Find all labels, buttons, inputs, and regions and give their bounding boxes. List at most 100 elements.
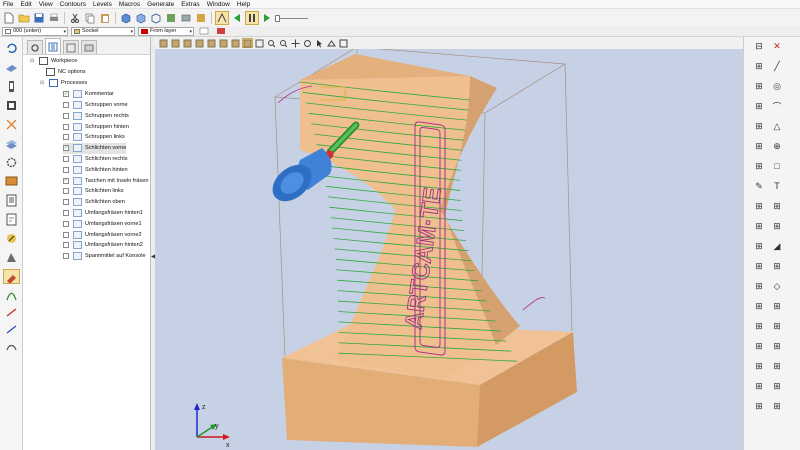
drawing-tool-icon[interactable]: ⊞: [752, 359, 766, 373]
drawing-tool-icon[interactable]: ◢: [770, 239, 784, 253]
view-front-button[interactable]: [158, 38, 169, 48]
process-checkbox[interactable]: [63, 112, 69, 119]
drawing-tool-icon[interactable]: ◇: [770, 279, 784, 293]
zoom-in-button[interactable]: [278, 38, 289, 48]
view-side-button[interactable]: [182, 38, 193, 48]
layer-tool-button[interactable]: [3, 136, 20, 151]
process-item[interactable]: Schruppen rechts: [63, 111, 129, 122]
print-button[interactable]: [47, 11, 61, 25]
tree-node-nc-options[interactable]: NC options: [46, 67, 86, 78]
drawing-tool-icon[interactable]: ⊞: [770, 219, 784, 233]
drawing-tool-icon[interactable]: ⊞: [752, 319, 766, 333]
save-button[interactable]: [32, 11, 46, 25]
open-file-button[interactable]: [17, 11, 31, 25]
drawing-tool-icon[interactable]: ⊞: [752, 279, 766, 293]
menu-file[interactable]: File: [3, 1, 13, 8]
drawing-tool-icon[interactable]: ⊞: [770, 399, 784, 413]
drawing-tool-icon[interactable]: ⊞: [752, 239, 766, 253]
drawing-tool-icon[interactable]: ⊞: [752, 259, 766, 273]
drawing-tool-icon[interactable]: ⊞: [752, 379, 766, 393]
chamfer-tool-button[interactable]: [3, 322, 20, 337]
drawing-tool-icon[interactable]: ⊞: [752, 99, 766, 113]
zoom-window-button[interactable]: [254, 38, 265, 48]
drawing-tool-icon[interactable]: ⊞: [770, 339, 784, 353]
menu-generate[interactable]: Generate: [147, 1, 174, 8]
tab-layers[interactable]: [81, 40, 97, 54]
new-file-button[interactable]: [2, 11, 16, 25]
document-tool-button[interactable]: [3, 212, 20, 227]
drawing-tool-icon[interactable]: ⌒: [770, 99, 784, 113]
drawing-tool-icon[interactable]: ◎: [770, 79, 784, 93]
simulation-speed-slider[interactable]: [275, 12, 311, 24]
drawing-tool-icon[interactable]: ⊞: [770, 299, 784, 313]
cut-button[interactable]: [68, 11, 82, 25]
wireframe-button[interactable]: [338, 38, 349, 48]
render-button[interactable]: [194, 11, 208, 25]
collapse-icon[interactable]: ⊟: [40, 80, 46, 86]
process-item[interactable]: Schruppen links: [63, 132, 125, 143]
drawing-tool-icon[interactable]: ⊞: [752, 399, 766, 413]
process-checkbox[interactable]: [63, 188, 69, 195]
tab-processes[interactable]: [45, 38, 61, 54]
process-checkbox[interactable]: [63, 199, 69, 206]
process-item[interactable]: Schruppen vorne: [63, 100, 128, 111]
drawing-tool-icon[interactable]: ⊞: [770, 199, 784, 213]
drawing-tool-icon[interactable]: ⊞: [752, 79, 766, 93]
view-left-button[interactable]: [230, 38, 241, 48]
process-checkbox[interactable]: [63, 220, 69, 227]
drawing-tool-icon[interactable]: ⊕: [770, 139, 784, 153]
view-back-button[interactable]: [194, 38, 205, 48]
process-item[interactable]: Schruppen hinten: [63, 121, 129, 132]
drawing-tool-icon[interactable]: ⊞: [770, 379, 784, 393]
screen-tool-button[interactable]: [3, 174, 20, 189]
box-view-button[interactable]: [119, 11, 133, 25]
arc-tool-button[interactable]: [3, 339, 20, 354]
drawing-tool-icon[interactable]: ⊞: [752, 299, 766, 313]
view-iso-button[interactable]: [206, 38, 217, 48]
tree-node-workpiece[interactable]: ⊟ Workpiece: [30, 56, 77, 67]
process-item[interactable]: Schlichten hinten: [63, 165, 128, 176]
process-item[interactable]: Umfangsfräsen hinten2: [63, 240, 143, 251]
process-item[interactable]: ✓ Schlichten vorne: [63, 143, 127, 154]
list-tool-button[interactable]: [3, 193, 20, 208]
simulation-button[interactable]: [179, 11, 193, 25]
drawing-tool-icon[interactable]: ⊞: [770, 359, 784, 373]
process-item[interactable]: Umfangsfräsen vorne1: [63, 219, 142, 230]
process-checkbox[interactable]: [63, 123, 69, 130]
copy-button[interactable]: [83, 11, 97, 25]
drawing-tool-icon[interactable]: ⊟: [752, 39, 766, 53]
tool-path-button[interactable]: [215, 10, 229, 25]
menu-view[interactable]: View: [39, 1, 53, 8]
process-checkbox[interactable]: [63, 166, 69, 173]
grid-view-button[interactable]: [164, 11, 178, 25]
menu-contours[interactable]: Contours: [60, 1, 86, 8]
drawing-tool-icon[interactable]: ⊞: [752, 199, 766, 213]
process-checkbox[interactable]: ✓: [63, 177, 69, 184]
layer-color-button[interactable]: [214, 24, 228, 38]
group-select[interactable]: Sockel ▾: [71, 26, 135, 36]
view-3d-button[interactable]: [242, 38, 253, 48]
process-item[interactable]: Schlichten links: [63, 186, 124, 197]
drawing-tool-icon[interactable]: △: [770, 119, 784, 133]
layer-select[interactable]: 000 (unten) ▾: [2, 26, 68, 36]
drawing-tool-icon[interactable]: ⊞: [770, 259, 784, 273]
mirror-tool-button[interactable]: [3, 250, 20, 265]
select-button[interactable]: [314, 38, 325, 48]
collapse-icon[interactable]: ⊟: [30, 58, 36, 64]
drawing-tool-icon[interactable]: ⊞: [752, 139, 766, 153]
layer-visibility-button[interactable]: [197, 24, 211, 38]
process-item[interactable]: Schlichten rechts: [63, 154, 128, 165]
drawing-tool-icon[interactable]: ⊞: [752, 119, 766, 133]
3d-viewport[interactable]: ARTCAM·TE z y x: [155, 49, 743, 450]
view-top-button[interactable]: [170, 38, 181, 48]
rotate-tool-button[interactable]: [3, 41, 20, 56]
drawing-tool-icon[interactable]: T: [770, 179, 784, 193]
process-item[interactable]: Umfangsfräsen vorne2: [63, 229, 142, 240]
menu-levels[interactable]: Levels: [93, 1, 112, 8]
milling-tool-button[interactable]: [3, 79, 20, 94]
process-item[interactable]: Schlichten oben: [63, 197, 125, 208]
drawing-tool-icon[interactable]: ⊞: [752, 159, 766, 173]
pocket-tool-button[interactable]: [3, 98, 20, 113]
process-item[interactable]: ✓ Taschen mit Inseln fräsen: [63, 175, 148, 186]
color-select[interactable]: From layer ▾: [138, 26, 194, 36]
